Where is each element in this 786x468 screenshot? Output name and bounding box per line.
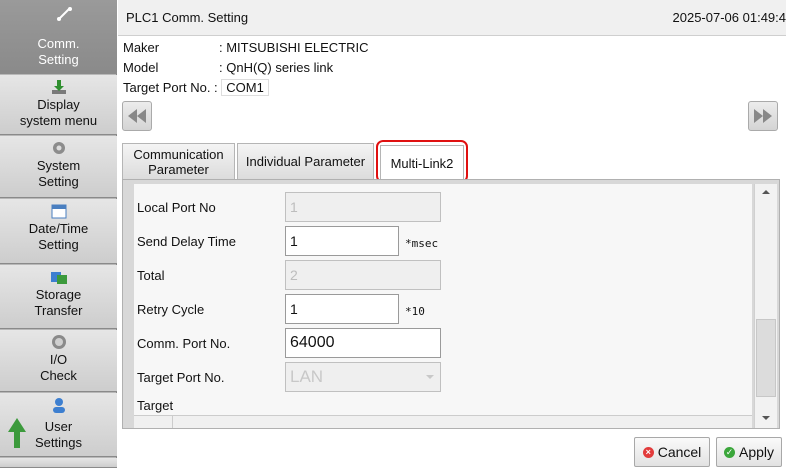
calendar-icon [51, 204, 66, 219]
sidebar-item-display-system-menu[interactable]: Display system menu [0, 75, 117, 135]
target-port-no-label: Target Port No. [137, 370, 225, 385]
transfer-icon [50, 272, 67, 284]
sidebar-item-label: Setting [38, 52, 79, 67]
user-icon [52, 398, 65, 413]
title-bar: PLC1 Comm. Setting 2025-07-06 01:49:4 [118, 0, 786, 36]
page-title: PLC1 Comm. Setting [126, 10, 249, 25]
sidebar-item-more[interactable] [0, 458, 117, 468]
sidebar-item-label: Check [40, 368, 77, 383]
comm-port-label: Comm. Port No. [137, 336, 231, 351]
double-left-arrow-icon [128, 109, 146, 123]
gear-icon [52, 142, 65, 154]
scroll-down-icon[interactable] [762, 416, 770, 420]
previous-button[interactable] [122, 101, 152, 131]
local-port-label: Local Port No [137, 200, 216, 215]
maker-value: : MITSUBISHI ELECTRIC [219, 40, 369, 55]
scrollbar-thumb[interactable] [756, 319, 776, 397]
send-delay-unit: *msec [405, 237, 439, 250]
sidebar: Comm. Setting Display system menu System… [0, 0, 117, 468]
tab-label: Communication [133, 146, 224, 162]
sidebar-item-label: Storage [35, 287, 82, 302]
retry-cycle-unit: *10 [405, 305, 425, 318]
next-button[interactable] [748, 101, 778, 131]
target-port-value: COM1 [221, 79, 269, 96]
table-column-divider [172, 416, 173, 428]
send-delay-input[interactable]: 1 [285, 226, 399, 256]
datetime-display: 2025-07-06 01:49:4 [672, 10, 786, 25]
sidebar-item-storage-transfer[interactable]: Storage Transfer [0, 265, 117, 329]
retry-cycle-input[interactable]: 1 [285, 294, 399, 324]
sidebar-item-label: Display [37, 97, 80, 112]
model-label: Model [123, 60, 159, 75]
cancel-button[interactable]: × Cancel [634, 437, 710, 467]
apply-button[interactable]: ✓ Apply [716, 437, 782, 467]
settings-panel-content [134, 184, 752, 428]
send-delay-label: Send Delay Time [137, 234, 236, 249]
model-row: Model : QnH(Q) series link [123, 60, 333, 75]
apply-label: Apply [738, 444, 775, 460]
sidebar-item-label: Setting [38, 237, 79, 252]
tab-communication-parameter[interactable]: Communication Parameter [122, 143, 235, 179]
sidebar-item-label: Transfer [34, 303, 83, 318]
retry-cycle-label: Retry Cycle [137, 302, 205, 317]
local-port-field: 1 [285, 192, 441, 222]
sidebar-item-io-check[interactable]: I/O Check [0, 330, 117, 392]
model-value: : QnH(Q) series link [219, 60, 334, 75]
tab-highlight-box [376, 140, 468, 183]
scroll-down-arrow-icon[interactable] [8, 418, 26, 448]
sidebar-item-comm-setting[interactable]: Comm. Setting [0, 0, 117, 74]
cancel-icon: × [642, 446, 654, 458]
chevron-down-icon [426, 375, 434, 379]
target-port-row: Target Port No. : COM1 [123, 79, 269, 96]
check-icon: ✓ [723, 446, 735, 458]
maker-row: Maker : MITSUBISHI ELECTRIC [123, 40, 369, 55]
target-port-select: LAN [285, 362, 441, 392]
target-table-header [134, 415, 752, 428]
download-icon [51, 80, 66, 94]
sidebar-item-label: Comm. [37, 36, 80, 51]
tab-label: Individual Parameter [245, 154, 366, 169]
target-port-select-value: LAN [290, 367, 324, 386]
sidebar-item-label: Date/Time [28, 221, 89, 236]
sidebar-item-date-time-setting[interactable]: Date/Time Setting [0, 199, 117, 264]
sidebar-item-label: system menu [19, 113, 98, 128]
gauge-icon [51, 335, 66, 349]
total-label: Total [137, 268, 165, 283]
comm-port-input[interactable]: 64000 [285, 328, 441, 358]
sidebar-item-system-setting[interactable]: System Setting [0, 136, 117, 198]
cancel-label: Cancel [657, 444, 702, 460]
network-icon [57, 7, 72, 21]
sidebar-item-label: System [36, 158, 81, 173]
maker-label: Maker [123, 40, 160, 55]
tab-label: Parameter [148, 161, 209, 177]
sidebar-item-label: I/O [49, 352, 68, 367]
tab-individual-parameter[interactable]: Individual Parameter [237, 143, 374, 179]
double-right-arrow-icon [754, 109, 772, 123]
sidebar-item-label: Setting [38, 174, 79, 189]
target-label: Target [137, 398, 174, 413]
panel-scrollbar[interactable] [754, 184, 777, 428]
scroll-up-icon[interactable] [762, 190, 770, 194]
target-port-label: Target Port No. : [123, 80, 218, 95]
total-field: 2 [285, 260, 441, 290]
